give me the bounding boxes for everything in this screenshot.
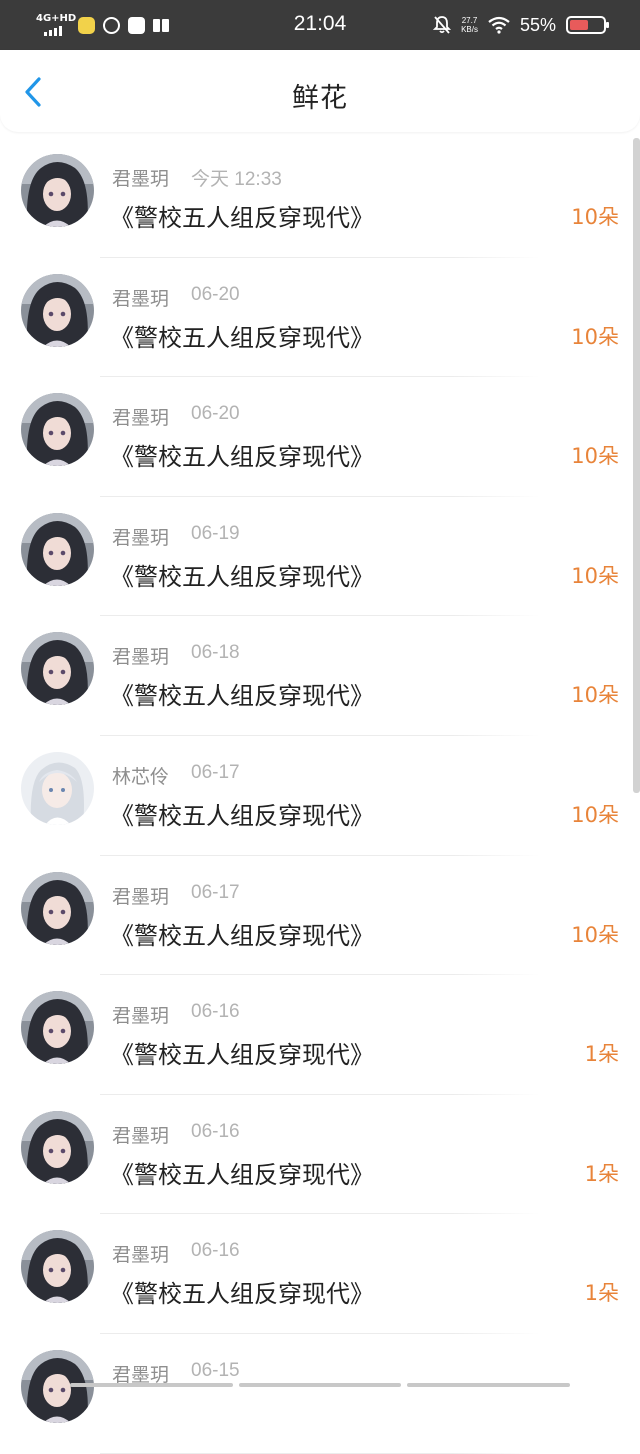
status-right: 27.7 KB/s 55%: [433, 12, 609, 38]
sender-name: 君墨玥: [112, 526, 170, 549]
list-item[interactable]: 君墨玥 06-16 《警校五人组反穿现代》 1朵: [0, 975, 640, 1095]
book-title: 《警校五人组反穿现代》: [110, 323, 374, 352]
book-title: 《警校五人组反穿现代》: [110, 1160, 374, 1189]
sender-name: 君墨玥: [112, 287, 170, 310]
sender-name: 君墨玥: [112, 885, 170, 908]
status-bar: 4G+HD 21:04 27.7 KB/s 55%: [0, 0, 640, 50]
flower-amount: 10朵: [571, 444, 619, 469]
avatar[interactable]: [21, 512, 94, 586]
list-item[interactable]: 君墨玥 今天 12:33 《警校五人组反穿现代》 10朵: [0, 138, 640, 258]
flower-amount: 10朵: [571, 563, 619, 588]
book-title: 《警校五人组反穿现代》: [110, 1041, 374, 1070]
network-speed: 27.7 KB/s: [461, 16, 478, 34]
flower-amount: 10朵: [571, 324, 619, 349]
book-title: 《警校五人组反穿现代》: [110, 1280, 374, 1309]
book-title: 《警校五人组反穿现代》: [110, 204, 374, 232]
flower-amount: 1朵: [584, 1161, 619, 1186]
book-title: 《警校五人组反穿现代》: [110, 562, 374, 591]
avatar[interactable]: [21, 1230, 94, 1304]
scrollbar[interactable]: [633, 138, 640, 793]
flower-amount: 10朵: [571, 205, 619, 229]
page-title: 鲜花: [292, 83, 348, 114]
list-item[interactable]: 林芯伶 06-17 《警校五人组反穿现代》 10朵: [0, 736, 640, 856]
list-item[interactable]: 君墨玥 06-16 《警校五人组反穿现代》 1朵: [0, 1214, 640, 1334]
nav-bar: 鲜花: [0, 50, 640, 132]
send-date: 06-18: [191, 642, 240, 664]
sender-name: 林芯伶: [112, 765, 170, 788]
avatar[interactable]: [21, 273, 94, 347]
flower-amount: 10朵: [571, 802, 619, 827]
send-date: 06-16: [191, 1120, 240, 1142]
home-indicator: [70, 1383, 571, 1387]
flower-amount: 10朵: [571, 683, 619, 708]
sender-name: 君墨玥: [112, 646, 170, 669]
flower-amount: 1朵: [584, 1281, 619, 1306]
send-date: 06-17: [191, 761, 240, 783]
sender-name: 君墨玥: [112, 407, 170, 430]
wifi-icon: [488, 16, 510, 34]
send-date: 06-20: [191, 403, 240, 425]
send-date: 06-16: [191, 1240, 240, 1262]
list-item[interactable]: 君墨玥 06-19 《警校五人组反穿现代》 10朵: [0, 497, 640, 617]
avatar[interactable]: [21, 393, 94, 467]
sender-name: 君墨玥: [112, 168, 170, 190]
list-item[interactable]: 君墨玥 06-17 《警校五人组反穿现代》 10朵: [0, 856, 640, 976]
send-date: 06-19: [191, 522, 240, 544]
list-item[interactable]: 君墨玥 06-20 《警校五人组反穿现代》 10朵: [0, 377, 640, 497]
book-title: 《警校五人组反穿现代》: [110, 443, 374, 472]
book-title: 《警校五人组反穿现代》: [110, 921, 374, 950]
avatar[interactable]: [21, 632, 94, 706]
battery-percent: 55%: [519, 14, 556, 35]
send-date: 06-17: [191, 881, 240, 903]
send-date: 今天 12:33: [191, 169, 282, 190]
flower-record-list: 君墨玥 今天 12:33 《警校五人组反穿现代》 10朵 君墨玥 06-20 《警校五人组反…: [0, 138, 640, 1454]
divider: [100, 1452, 540, 1454]
avatar[interactable]: [21, 1110, 94, 1184]
avatar[interactable]: [21, 751, 94, 825]
mute-bell-icon: [433, 16, 452, 34]
flower-amount: 1朵: [584, 1042, 619, 1067]
book-title: 《警校五人组反穿现代》: [110, 682, 374, 711]
flower-amount: 10朵: [571, 922, 619, 947]
send-date: 06-16: [191, 1001, 240, 1023]
avatar[interactable]: [21, 154, 94, 227]
avatar[interactable]: [21, 991, 94, 1065]
list-item[interactable]: 君墨玥 06-16 《警校五人组反穿现代》 1朵: [0, 1095, 640, 1215]
list-item[interactable]: 君墨玥 06-15: [0, 1334, 640, 1454]
avatar[interactable]: [21, 871, 94, 945]
list-item[interactable]: 君墨玥 06-18 《警校五人组反穿现代》 10朵: [0, 616, 640, 736]
send-date: 06-20: [191, 283, 240, 305]
sender-name: 君墨玥: [112, 1005, 170, 1028]
sender-name: 君墨玥: [112, 1124, 170, 1147]
send-date: 06-15: [191, 1359, 240, 1381]
sender-name: 君墨玥: [112, 1244, 170, 1267]
list-item[interactable]: 君墨玥 06-20 《警校五人组反穿现代》 10朵: [0, 258, 640, 378]
battery-icon: [566, 16, 609, 34]
book-title: 《警校五人组反穿现代》: [110, 801, 374, 830]
